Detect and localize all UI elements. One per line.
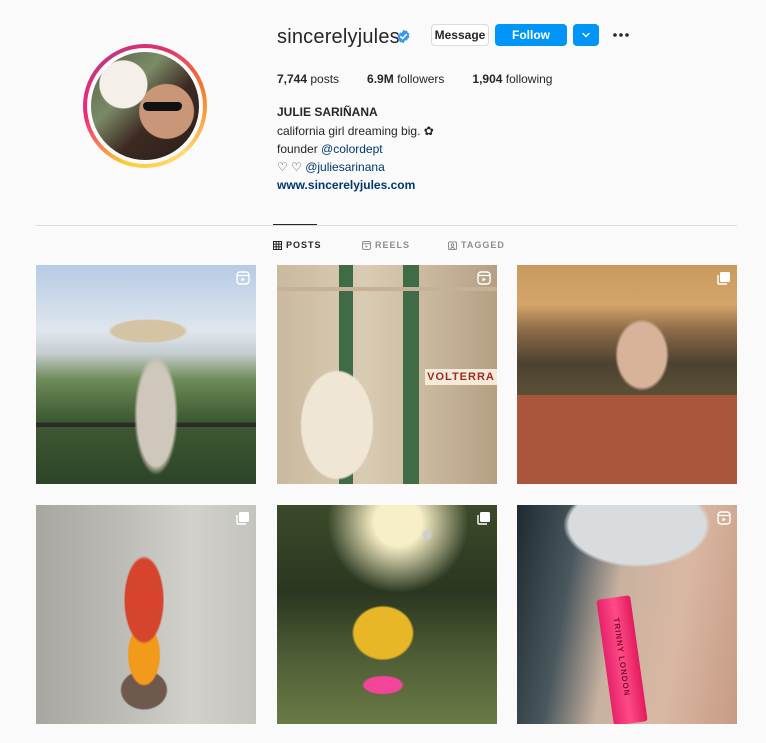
message-button[interactable]: Message xyxy=(431,24,489,46)
website-link[interactable]: www.sincerelyjules.com xyxy=(277,178,415,192)
reel-icon xyxy=(236,271,250,285)
tab-posts[interactable]: POSTS xyxy=(273,240,322,250)
post-thumbnail[interactable] xyxy=(36,505,256,724)
followers-count[interactable]: 6.9M followers xyxy=(367,72,444,86)
tab-reels-label: REELS xyxy=(375,240,411,250)
more-options-button[interactable] xyxy=(610,26,632,44)
chevron-down-icon xyxy=(582,32,590,38)
carousel-icon xyxy=(717,272,730,285)
followers-count-label: followers xyxy=(393,72,445,86)
following-count[interactable]: 1,904 following xyxy=(472,72,552,86)
posts-count: 7,744 posts xyxy=(277,72,339,86)
profile-tabs-divider xyxy=(36,225,737,226)
tab-tagged-label: TAGGED xyxy=(461,240,505,250)
tab-reels[interactable]: REELS xyxy=(362,240,410,250)
profile-stats: 7,744 posts 6.9M followers 1,904 followi… xyxy=(277,72,580,86)
bio-line-1: california girl dreaming big. ✿ xyxy=(277,124,434,138)
post-scene xyxy=(36,265,256,484)
bio-line-2: founder @colordept xyxy=(277,142,383,156)
profile-username: sincerelyjules xyxy=(277,26,400,48)
post-thumbnail[interactable] xyxy=(36,265,256,484)
tab-tagged[interactable]: TAGGED xyxy=(448,240,505,250)
profile-avatar-ring[interactable] xyxy=(83,44,207,168)
active-tab-indicator xyxy=(273,224,317,225)
storefront-sign: VOLTERRA xyxy=(425,369,497,385)
post-scene xyxy=(277,505,497,724)
reel-icon xyxy=(477,271,491,285)
reel-icon xyxy=(717,511,731,525)
post-scene xyxy=(36,505,256,724)
posts-count-label: posts xyxy=(307,72,340,86)
avatar-inner xyxy=(87,48,203,164)
carousel-icon xyxy=(477,512,490,525)
profile-full-name: JULIE SARIÑANA xyxy=(277,105,378,119)
post-thumbnail[interactable]: VOLTERRA xyxy=(277,265,497,484)
tagged-icon xyxy=(448,241,457,250)
avatar-sunglasses xyxy=(142,101,182,112)
following-count-label: following xyxy=(502,72,553,86)
colordept-mention-link[interactable]: @colordept xyxy=(321,142,383,156)
carousel-icon xyxy=(236,512,249,525)
bio-line-3: ♡ ♡ @juliesarinana xyxy=(277,160,385,174)
verified-badge-icon xyxy=(397,29,410,44)
avatar[interactable] xyxy=(91,52,199,160)
post-thumbnail[interactable] xyxy=(277,505,497,724)
suggested-accounts-button[interactable] xyxy=(573,24,599,46)
juliesarinana-mention-link[interactable]: @juliesarinana xyxy=(305,160,385,174)
post-thumbnail[interactable]: TRINNY LONDON xyxy=(517,505,737,724)
following-count-value: 1,904 xyxy=(472,72,503,86)
post-thumbnail[interactable] xyxy=(517,265,737,484)
tab-posts-label: POSTS xyxy=(286,240,322,250)
post-scene xyxy=(517,265,737,484)
bio-hearts: ♡ ♡ xyxy=(277,160,306,174)
reels-icon xyxy=(362,240,371,250)
more-horizontal-icon xyxy=(613,33,629,37)
follow-button[interactable]: Follow xyxy=(495,24,567,46)
bio-founder-prefix: founder xyxy=(277,142,322,156)
grid-icon xyxy=(273,240,282,250)
product-label: TRINNY LONDON xyxy=(611,617,632,698)
followers-count-value: 6.9M xyxy=(367,72,394,86)
posts-count-value: 7,744 xyxy=(277,72,308,86)
